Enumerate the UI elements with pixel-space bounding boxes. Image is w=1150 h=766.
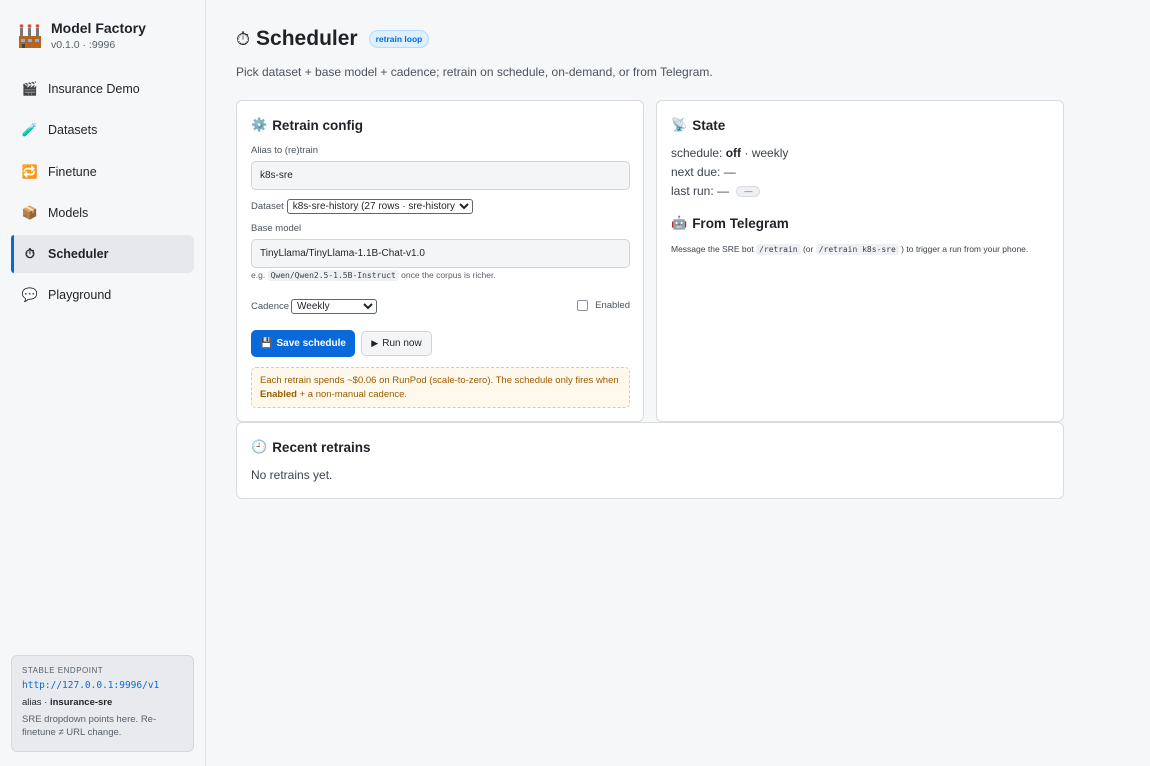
last-run-pill: — [736,186,761,198]
sidebar-item-datasets[interactable]: 🧪 Datasets [11,111,194,149]
state-card: 📡 State schedule: off · weekly next due:… [656,100,1064,422]
sidebar-item-scheduler[interactable]: ⏱ Scheduler [11,235,194,274]
app-version: v0.1.0 · :9996 [51,39,116,51]
floppy-disk-icon: 💾 [260,338,273,349]
recent-retrains-empty: No retrains yet. [251,468,333,482]
test-tube-icon: 🧪 [21,122,39,138]
endpoint-note: SRE dropdown points here. Re-finetune ≠ … [22,714,157,738]
clapper-icon: 🎬 [21,81,39,96]
app-title: Model Factory [51,20,146,36]
retrain-config-card: ⚙️ Retrain config Alias to (re)train Dat… [236,100,644,422]
retrain-config-heading: ⚙️ Retrain config [251,117,363,133]
sidebar-item-label: Models [48,205,89,220]
cadence-row: Cadence Weekly [251,299,378,314]
stopwatch-icon: ⏱ [236,28,251,49]
endpoint-alias: alias · insurance-sre [22,697,183,708]
play-icon: ▶ [371,338,379,348]
heading-text: Retrain config [272,117,363,133]
save-schedule-button[interactable]: 💾 Save schedule [251,330,355,357]
endpoint-url[interactable]: http://127.0.0.1:9996/v1 [22,680,183,691]
main-content: ⏱ Scheduler retrain loop Pick dataset + … [207,0,1150,766]
hint-prefix: e.g. [251,270,266,280]
alias-input[interactable] [251,161,630,190]
run-label: Run now [382,338,422,349]
base-model-hint: e.g. Qwen/Qwen2.5-1.5B-Instruct once the… [251,270,496,281]
gear-icon: ⚙️ [251,117,268,132]
brand: Model Factory v0.1.0 · :9996 [17,20,146,51]
recent-retrains-card: 🕘 Recent retrains No retrains yet. [236,422,1064,499]
enabled-label: Enabled [595,300,630,311]
cadence-label: Cadence [251,301,290,312]
retrain-command: /retrain [756,244,801,255]
schedule-cadence: · weekly [744,146,789,160]
sidebar-item-label: Datasets [48,123,98,138]
hint-code: Qwen/Qwen2.5-1.5B-Instruct [267,270,399,281]
schedule-label: schedule: [671,146,723,160]
page-badge: retrain loop [368,30,430,48]
enabled-checkbox[interactable] [577,300,589,311]
robot-icon: 🤖 [671,215,688,230]
sidebar-item-insurance-demo[interactable]: 🎬 Insurance Demo [11,70,194,108]
next-due: next due: — [671,165,736,179]
alias-label: Alias to (re)train [251,145,319,156]
recent-retrains-heading: 🕘 Recent retrains [251,439,370,455]
heading-text: From Telegram [692,215,789,231]
endpoint-label: STABLE ENDPOINT [22,666,104,675]
page-header: ⏱ Scheduler retrain loop [236,27,430,51]
hint-suffix: once the corpus is richer. [401,270,496,280]
base-model-input[interactable] [251,239,630,268]
cadence-select[interactable]: Weekly [291,299,378,314]
warn-text-1: Each retrain spends ~$0.06 on RunPod (sc… [260,375,619,386]
stable-endpoint-panel: STABLE ENDPOINT http://127.0.0.1:9996/v1… [11,655,194,752]
sidebar-item-playground[interactable]: 💬 Playground [11,276,194,314]
last-run-text: last run: — [671,184,730,198]
last-run: last run: — — [671,184,761,198]
warn-bold: Enabled [260,389,297,400]
schedule-status: schedule: off · weekly [671,146,788,160]
page-title: Scheduler [256,27,358,50]
sidebar-item-label: Playground [48,288,112,303]
sidebar-item-models[interactable]: 📦 Models [11,194,194,232]
sidebar-item-label: Insurance Demo [48,82,140,96]
speech-bubble-icon: 💬 [21,287,39,303]
telegram-message: Message the SRE bot /retrain (or /retrai… [671,242,1051,257]
alias-prefix: alias · [22,697,50,708]
page-subtitle: Pick dataset + base model + cadence; ret… [236,65,713,79]
stopwatch-icon: ⏱ [24,246,36,262]
satellite-antenna-icon: 📡 [671,117,688,132]
dataset-row: Dataset k8s-sre-history (27 rows · sre-h… [251,199,473,214]
heading-text: State [692,117,726,133]
dataset-select[interactable]: k8s-sre-history (27 rows · sre-history) [286,199,473,214]
cost-warning: Each retrain spends ~$0.06 on RunPod (sc… [251,367,630,408]
factory-icon [17,22,43,50]
sidebar-item-label: Scheduler [48,247,109,262]
sidebar-item-label: Finetune [48,164,97,179]
enabled-row: Enabled [577,300,630,311]
save-label: Save schedule [276,338,346,349]
sidebar-nav: 🎬 Insurance Demo 🧪 Datasets 🔁 Finetune 📦… [11,70,194,318]
alias-name: insurance-sre [49,697,113,708]
telegram-heading: 🤖 From Telegram [671,215,789,231]
clock-icon: 🕘 [251,439,268,454]
state-heading: 📡 State [671,117,725,133]
run-now-button[interactable]: ▶ Run now [361,331,432,356]
telegram-text-1: Message the SRE bot [671,244,754,254]
sidebar: Model Factory v0.1.0 · :9996 🎬 Insurance… [0,0,206,766]
schedule-status-value: off [725,146,742,160]
dataset-label: Dataset [251,201,284,212]
heading-text: Recent retrains [272,439,371,455]
sidebar-item-finetune[interactable]: 🔁 Finetune [11,153,194,191]
package-icon: 📦 [21,204,39,220]
base-model-label: Base model [251,223,302,234]
retrain-alias-command: /retrain k8s-sre [815,244,899,255]
warn-text-2: + a non-manual cadence. [299,389,408,400]
telegram-text-3: ) to trigger a run from your phone. [901,244,1029,254]
cycle-icon: 🔁 [21,163,39,179]
telegram-text-2: (or [802,244,814,254]
